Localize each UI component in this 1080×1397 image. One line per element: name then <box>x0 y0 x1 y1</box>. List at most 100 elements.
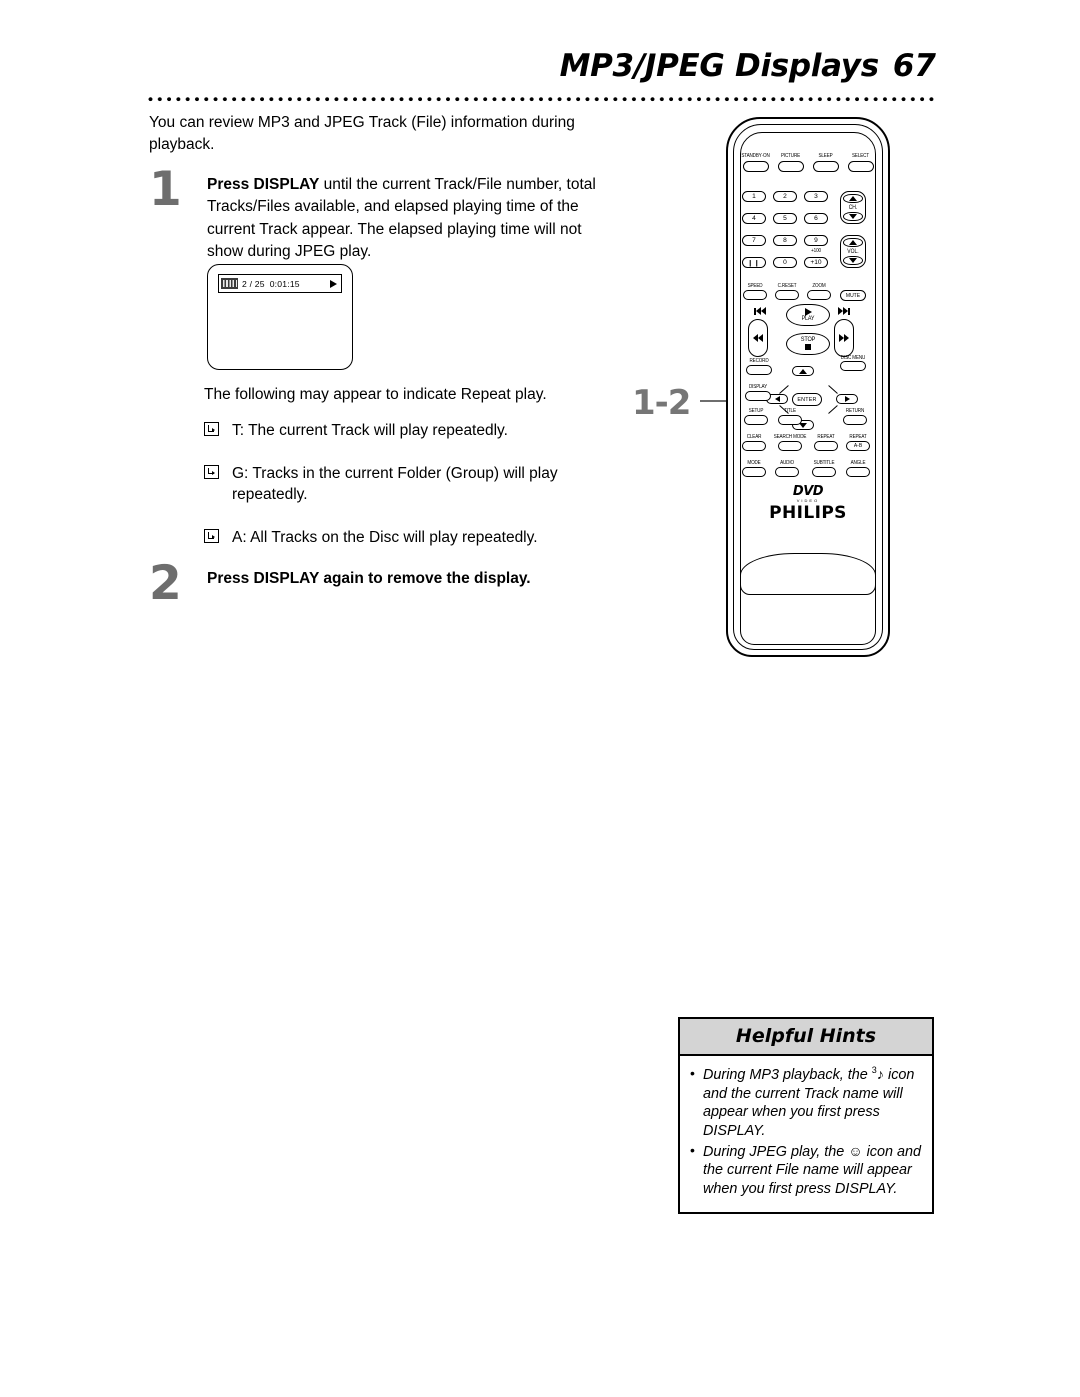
remote-key-1[interactable]: 1 <box>742 191 766 202</box>
record-key-cap <box>746 364 772 375</box>
callout-label-1-2: 1-2 <box>632 383 691 423</box>
stop-icon <box>805 343 811 350</box>
skip-back-icon <box>754 307 766 315</box>
remote-key-zoom-label: ZOOM <box>812 282 826 289</box>
remote-key-clear-label: CLEAR <box>746 433 762 440</box>
remote-key-repeat-ab[interactable]: REPEAT A-B <box>842 434 874 451</box>
tv-screen-illustration: 2 / 25 0:01:15 <box>207 264 353 370</box>
step-1-text: Press DISPLAY until the current Track/Fi… <box>207 174 619 264</box>
remote-key-5[interactable]: 5 <box>773 213 797 224</box>
remote-key-0[interactable]: 0 <box>773 257 797 268</box>
osd-display-bar: 2 / 25 0:01:15 <box>218 274 342 293</box>
remote-key-stop-label: STOP <box>800 336 816 344</box>
remote-key-mute[interactable]: MUTE <box>840 290 866 301</box>
remote-key-display[interactable]: DISPLAY <box>740 384 776 401</box>
skip-forward-arrows <box>838 307 848 315</box>
remote-volume-rocker[interactable]: VOL. <box>840 235 866 268</box>
remote-key-nav-right[interactable] <box>836 394 858 404</box>
remote-key-play[interactable]: PLAY <box>786 304 830 326</box>
remote-key-mode[interactable]: MODE <box>738 460 770 477</box>
remote-key-record-label: RECORD <box>749 357 769 364</box>
remote-key-angle-label: ANGLE <box>850 459 866 466</box>
fast-forward-icon <box>839 334 849 342</box>
remote-key-audio[interactable]: AUDIO <box>771 459 803 477</box>
remote-key-4[interactable]: 4 <box>742 213 766 224</box>
remote-key-repeat-label: REPEAT <box>817 433 835 440</box>
remote-key-zoom[interactable]: ZOOM <box>804 282 834 300</box>
chevron-down-icon <box>849 258 857 263</box>
remote-key-sleep[interactable]: SLEEP <box>808 153 843 172</box>
remote-key-disc-menu[interactable]: DISC MENU <box>836 355 870 372</box>
remote-key-return[interactable]: RETURN <box>838 407 872 425</box>
remote-key-audio-label: AUDIO <box>780 459 794 466</box>
remote-key-8[interactable]: 8 <box>773 235 797 246</box>
remote-key-setup[interactable]: SETUP <box>740 408 772 425</box>
channel-up-key[interactable] <box>843 194 863 203</box>
remote-key-clear[interactable]: CLEAR <box>738 433 770 451</box>
remote-channel-rocker[interactable]: CH. <box>840 191 866 224</box>
helpful-hints-box: Helpful Hints During MP3 playback, the 3… <box>678 1017 934 1214</box>
volume-label: VOL. <box>847 247 859 256</box>
channel-down-key[interactable] <box>843 212 863 221</box>
step-1-bold-lead: Press DISPLAY <box>207 176 320 193</box>
remote-key-select[interactable]: SELECT <box>843 153 878 172</box>
list-item: T: The current Track will play repeatedl… <box>204 420 624 442</box>
volume-down-key[interactable] <box>843 256 863 265</box>
remote-key-picture[interactable]: PICTURE <box>773 153 808 172</box>
sleep-key-cap <box>812 161 839 172</box>
remote-key-plus10[interactable]: +10 <box>804 257 828 268</box>
remote-key-record[interactable]: RECORD <box>742 357 776 375</box>
remote-key-6[interactable]: 6 <box>804 213 828 224</box>
remote-key-pause[interactable]: ❙❙ <box>742 257 766 268</box>
remote-key-angle[interactable]: ANGLE <box>842 459 874 477</box>
remote-key-speed-label: SPEED <box>747 282 763 289</box>
remote-key-repeat[interactable]: REPEAT <box>810 433 842 451</box>
remote-key-return-label: RETURN <box>845 407 865 414</box>
remote-key-standby[interactable]: STANDBY·ON <box>738 153 773 172</box>
remote-key-speed[interactable]: SPEED <box>740 282 770 300</box>
remote-key-plus100-label: +100 <box>811 247 821 254</box>
select-key-cap <box>847 161 874 172</box>
skip-forward-icon <box>838 307 850 315</box>
subtitle-key-cap <box>812 466 836 477</box>
remote-key-3[interactable]: 3 <box>804 191 828 202</box>
list-item: G: Tracks in the current Folder (Group) … <box>204 463 624 506</box>
remote-key-enter[interactable]: ENTER <box>792 393 822 406</box>
list-item-label: G: Tracks in the current Folder (Group) … <box>232 464 558 504</box>
dvd-logo-text: DVD <box>792 484 824 499</box>
picture-key-cap <box>777 161 804 172</box>
remote-key-creset[interactable]: C.RESET <box>771 283 803 300</box>
remote-key-9[interactable]: 9 <box>804 235 828 246</box>
display-key-cap <box>745 390 771 401</box>
remote-key-fast-forward[interactable] <box>834 319 854 357</box>
intro-paragraph: You can review MP3 and JPEG Track (File)… <box>149 114 575 153</box>
title-key-cap <box>778 414 802 425</box>
chevron-down-icon <box>849 214 857 219</box>
volume-up-key[interactable] <box>843 238 863 247</box>
list-item: A: All Tracks on the Disc will play repe… <box>204 527 624 549</box>
remote-key-title[interactable]: TITLE <box>774 408 806 425</box>
list-item-label: T: The current Track will play repeatedl… <box>232 422 508 439</box>
hint-1-before: During MP3 playback, the <box>703 1066 872 1083</box>
step-2: 2 Press DISPLAY again to remove the disp… <box>149 560 619 608</box>
setup-key-cap <box>744 414 768 425</box>
remote-key-2[interactable]: 2 <box>773 191 797 202</box>
helpful-hints-body: During MP3 playback, the 3♪ icon and the… <box>680 1056 932 1212</box>
remote-key-stop[interactable]: STOP <box>786 333 830 355</box>
remote-key-7[interactable]: 7 <box>742 235 766 246</box>
header-divider <box>148 96 938 106</box>
chevron-up-icon <box>849 196 857 201</box>
remote-key-nav-up[interactable] <box>792 366 814 376</box>
remote-key-rewind[interactable] <box>748 319 768 357</box>
audio-key-cap <box>775 466 799 477</box>
instructions-column: You can review MP3 and JPEG Track (File)… <box>149 112 619 264</box>
remote-key-play-label: PLAY <box>801 314 815 322</box>
music-note-icon: 3♪ <box>871 1065 884 1083</box>
zoom-key-cap <box>807 289 831 300</box>
repeat-intro-text: The following may appear to indicate Rep… <box>204 386 547 403</box>
remote-key-subtitle[interactable]: SUBTITLE <box>806 460 842 477</box>
smiley-face-icon: ☺ <box>848 1142 863 1159</box>
repeat-arrow-icon <box>204 422 219 436</box>
clear-key-cap <box>742 440 766 451</box>
remote-key-search-mode[interactable]: SEARCH MODE <box>771 434 809 451</box>
